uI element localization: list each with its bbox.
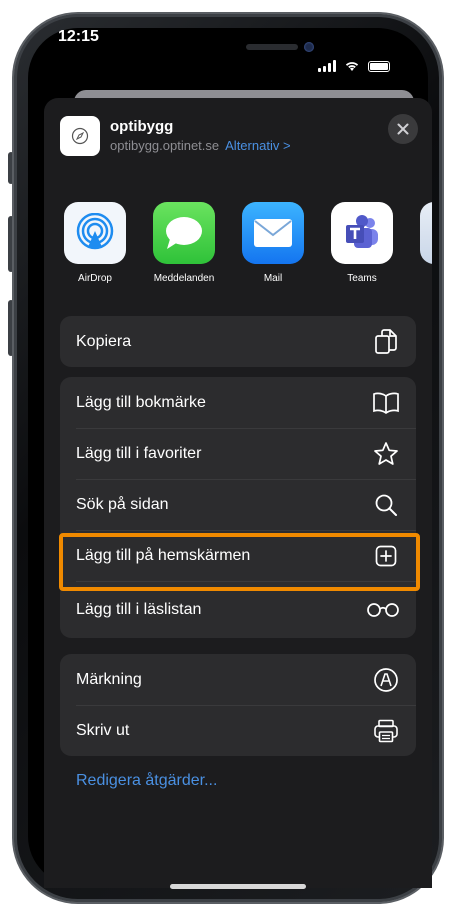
action-label: Lägg till i läslistan: [76, 600, 202, 618]
app-teams[interactable]: Teams: [327, 202, 397, 284]
app-label: Mail: [263, 273, 283, 284]
glasses-icon: [366, 596, 400, 624]
edit-actions-link[interactable]: Redigera åtgärder...: [76, 772, 217, 790]
copy-icon: [372, 328, 400, 356]
mail-icon: [242, 202, 304, 264]
app-label: AirDrop: [78, 273, 112, 284]
action-markup[interactable]: Märkning: [60, 654, 416, 705]
home-indicator[interactable]: [170, 884, 306, 889]
app-row: AirDrop Meddelanden Mail Teams: [60, 202, 432, 292]
site-title: optibygg: [110, 118, 174, 135]
action-label: Lägg till bokmärke: [76, 393, 206, 411]
add-square-icon: [372, 542, 400, 570]
action-add-reading-list[interactable]: Lägg till i läslistan: [60, 581, 416, 638]
action-add-to-home-screen[interactable]: Lägg till på hemskärmen: [60, 530, 416, 581]
printer-icon: [372, 717, 400, 745]
search-icon: [372, 491, 400, 519]
wifi-icon: [345, 62, 359, 71]
app-partial[interactable]: C: [416, 202, 432, 284]
action-print[interactable]: Skriv ut: [60, 705, 416, 756]
front-camera: [304, 42, 314, 52]
app-mail[interactable]: Mail: [238, 202, 308, 284]
action-add-bookmark[interactable]: Lägg till bokmärke: [60, 377, 416, 428]
star-icon: [372, 440, 400, 468]
options-link[interactable]: Alternativ >: [225, 138, 290, 153]
action-find-on-page[interactable]: Sök på sidan: [60, 479, 416, 530]
action-label: Lägg till i favoriter: [76, 444, 202, 462]
action-label: Skriv ut: [76, 721, 130, 739]
action-label: Lägg till på hemskärmen: [76, 546, 251, 564]
action-add-favorites[interactable]: Lägg till i favoriter: [60, 428, 416, 479]
share-sheet: optibygg optibygg.optinet.se Alternativ >…: [44, 98, 432, 889]
app-messages[interactable]: Meddelanden: [149, 202, 219, 284]
app-airdrop[interactable]: AirDrop: [60, 202, 130, 284]
action-group-copy: Kopiera: [60, 316, 416, 367]
close-icon: [397, 123, 409, 135]
teams-icon: [331, 202, 393, 264]
action-group-main: Lägg till bokmärke Lägg till i favoriter…: [60, 377, 416, 638]
action-label: Sök på sidan: [76, 495, 169, 513]
action-label: Kopiera: [76, 332, 132, 350]
partial-app-icon: [420, 202, 432, 264]
app-label: Teams: [347, 273, 377, 284]
app-label: C: [416, 273, 432, 284]
close-button[interactable]: [388, 114, 418, 144]
action-label: Märkning: [76, 670, 142, 688]
compass-icon: [60, 116, 100, 156]
share-header: optibygg optibygg.optinet.se Alternativ >: [60, 114, 418, 156]
action-group-extra: Märkning Skriv ut: [60, 654, 416, 756]
airdrop-icon: [64, 202, 126, 264]
book-icon: [372, 389, 400, 417]
status-icons: [318, 60, 390, 72]
site-url: optibygg.optinet.se: [110, 138, 220, 153]
markup-pen-icon: [372, 666, 400, 694]
site-url-line: optibygg.optinet.se Alternativ >: [110, 138, 291, 153]
status-time: 12:15: [58, 28, 99, 45]
action-copy[interactable]: Kopiera: [60, 316, 416, 367]
battery-icon: [368, 60, 390, 72]
speaker: [246, 44, 298, 50]
signal-icon: [318, 60, 336, 72]
messages-icon: [153, 202, 215, 264]
app-label: Meddelanden: [153, 273, 215, 284]
